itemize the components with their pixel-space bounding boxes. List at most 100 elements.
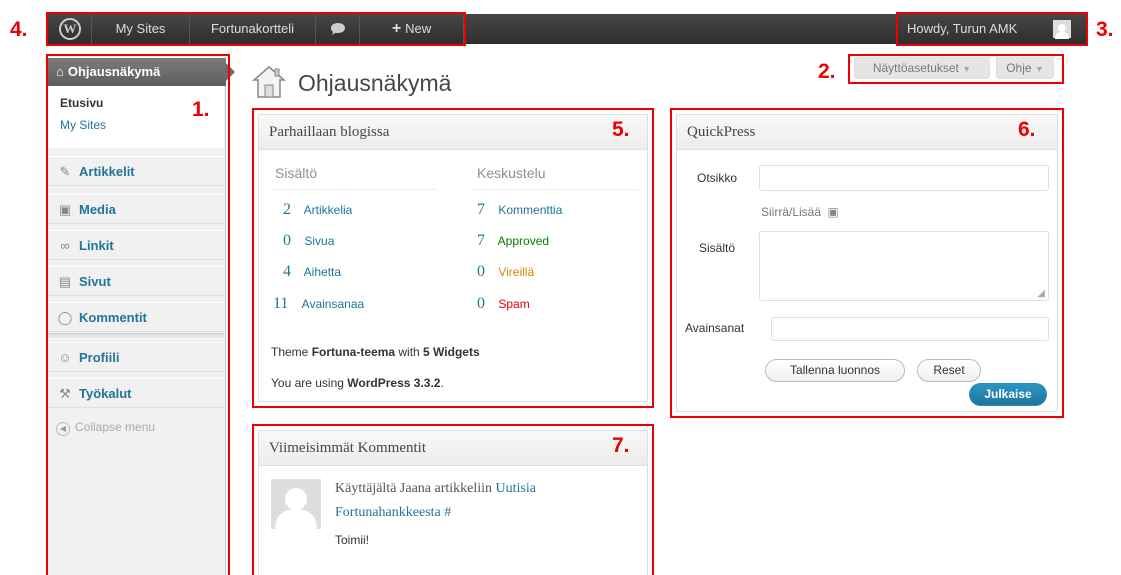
comment-excerpt: Toimii! bbox=[335, 533, 370, 547]
count: 7 bbox=[477, 232, 485, 249]
user-silhouette-icon bbox=[1055, 24, 1069, 39]
comment-icon: ◯ bbox=[57, 310, 73, 325]
count: 0 bbox=[477, 295, 485, 312]
comment-meta: Käyttäjältä Jaana artikkeliin Uutisia Fo… bbox=[335, 477, 635, 525]
menu-dashboard-label: Ohjausnäkymä bbox=[67, 64, 161, 79]
theme-info: Theme Fortuna-teema with 5 Widgets bbox=[271, 345, 480, 359]
dropdown-arrow-icon: ▼ bbox=[1034, 64, 1044, 74]
tags-input[interactable] bbox=[771, 317, 1049, 341]
page-title: Ohjausnäkymä bbox=[298, 70, 452, 96]
help-button[interactable]: Ohje ▼ bbox=[996, 57, 1054, 79]
right-now-title[interactable]: Parhaillaan blogissa bbox=[259, 115, 647, 150]
count: 2 bbox=[283, 201, 291, 218]
my-account-link[interactable]: Howdy, Turun AMK bbox=[896, 14, 1088, 44]
quickpress-title[interactable]: QuickPress bbox=[677, 115, 1057, 150]
count: 11 bbox=[273, 295, 289, 312]
discussion-row[interactable]: 0 Spam bbox=[477, 295, 530, 313]
count-label: Kommenttia bbox=[498, 203, 563, 217]
recent-comments-title[interactable]: Viimeisimmät Kommentit bbox=[259, 431, 647, 466]
content-row[interactable]: 11 Avainsanaa bbox=[273, 295, 364, 313]
annotation-number: 1. bbox=[192, 98, 210, 121]
pin-icon: ✎ bbox=[59, 164, 71, 179]
right-now-widget: Parhaillaan blogissa Sisältö Keskustelu … bbox=[258, 114, 648, 402]
wp-version: WordPress 3.3.2 bbox=[347, 376, 441, 390]
user-silhouette-icon bbox=[275, 488, 317, 529]
count-label: Artikkelia bbox=[303, 203, 353, 217]
recent-comments-widget: Viimeisimmät Kommentit Käyttäjältä Jaana… bbox=[258, 430, 648, 575]
discussion-row[interactable]: 0 Vireillä bbox=[477, 263, 534, 281]
annotation-number: 4. bbox=[10, 18, 28, 41]
comments-link[interactable] bbox=[316, 14, 360, 44]
screen-options-label: Näyttöasetukset bbox=[872, 61, 959, 75]
add-media-icon: ▣ bbox=[827, 205, 839, 219]
menu-item-label: Media bbox=[79, 202, 116, 217]
upload-insert[interactable]: Siirrä/Lisää ▣ bbox=[761, 205, 839, 219]
content-label: Sisältö bbox=[699, 241, 736, 255]
screen-options-button[interactable]: Näyttöasetukset ▼ bbox=[854, 57, 990, 79]
wp-menu[interactable]: W bbox=[48, 14, 92, 44]
collapse-menu-button[interactable]: ◀ Collapse menu bbox=[56, 420, 155, 436]
my-sites-link[interactable]: My Sites bbox=[92, 14, 190, 44]
submenu-item-my-sites[interactable]: My Sites bbox=[60, 118, 106, 132]
annotation-number: 2. bbox=[818, 60, 836, 83]
menu-item-media[interactable]: ▣ Media bbox=[48, 194, 224, 224]
count: 0 bbox=[477, 263, 485, 280]
new-label: New bbox=[405, 21, 432, 36]
divider bbox=[473, 189, 638, 190]
menu-item-artikkelit[interactable]: ✎ Artikkelit bbox=[48, 156, 224, 186]
dashboard-house-icon bbox=[252, 66, 286, 98]
howdy-text: Howdy, Turun AMK bbox=[907, 21, 1018, 36]
version-suffix: . bbox=[440, 376, 444, 390]
divider bbox=[271, 189, 436, 190]
menu-separator bbox=[48, 333, 224, 339]
save-draft-button[interactable]: Tallenna luonnos bbox=[765, 359, 905, 382]
content-row[interactable]: 0 Sivua bbox=[283, 232, 334, 250]
menu-item-label: Profiili bbox=[79, 350, 120, 365]
menu-item-label: Kommentit bbox=[79, 310, 147, 325]
users-icon: ☺ bbox=[58, 350, 72, 365]
title-input[interactable] bbox=[759, 165, 1049, 191]
content-row[interactable]: 2 Artikkelia bbox=[283, 201, 352, 219]
menu-dashboard[interactable]: ⌂ Ohjausnäkymä bbox=[48, 58, 235, 86]
menu-item-label: Artikkelit bbox=[79, 164, 135, 179]
submenu-item-etusivu[interactable]: Etusivu bbox=[60, 96, 103, 110]
menu-item-profiili[interactable]: ☺ Profiili bbox=[48, 342, 224, 372]
collapse-menu-label: Collapse menu bbox=[75, 420, 156, 434]
new-content-link[interactable]: + New bbox=[360, 14, 464, 44]
content-column-heading: Sisältö bbox=[275, 165, 318, 181]
menu-item-tyokalut[interactable]: ⚒ Työkalut bbox=[48, 378, 224, 408]
count: 4 bbox=[283, 263, 291, 280]
theme-with: with bbox=[395, 345, 424, 359]
discussion-row[interactable]: 7 Approved bbox=[477, 232, 549, 250]
annotation-number: 5. bbox=[612, 118, 630, 141]
content-row[interactable]: 4 Aihetta bbox=[283, 263, 341, 281]
menu-item-sivut[interactable]: ▤ Sivut bbox=[48, 266, 224, 296]
help-label: Ohje bbox=[1006, 61, 1032, 75]
menu-item-label: Työkalut bbox=[79, 386, 132, 401]
discussion-column-heading: Keskustelu bbox=[477, 165, 546, 181]
resize-handle-icon: ◢ bbox=[1037, 288, 1045, 299]
site-name-link[interactable]: Fortunakortteli bbox=[190, 14, 316, 44]
discussion-row[interactable]: 7 Kommenttia bbox=[477, 201, 562, 219]
link-icon: ∞ bbox=[60, 238, 70, 253]
menu-item-kommentit[interactable]: ◯ Kommentit bbox=[48, 302, 224, 332]
annotation-number: 3. bbox=[1096, 18, 1114, 41]
menu-item-linkit[interactable]: ∞ Linkit bbox=[48, 230, 224, 260]
theme-name-link[interactable]: Fortuna-teema bbox=[312, 345, 395, 359]
pages-icon: ▤ bbox=[58, 274, 72, 289]
commenter-avatar bbox=[271, 479, 321, 529]
title-label: Otsikko bbox=[697, 171, 738, 185]
comment-permalink[interactable]: # bbox=[444, 505, 451, 520]
reset-button[interactable]: Reset bbox=[917, 359, 981, 382]
avatar bbox=[1053, 20, 1071, 39]
media-icon: ▣ bbox=[58, 202, 72, 217]
count: 7 bbox=[477, 201, 485, 218]
widgets-link[interactable]: 5 Widgets bbox=[423, 345, 480, 359]
publish-button[interactable]: Julkaise bbox=[969, 383, 1047, 406]
count-label: Sivua bbox=[304, 234, 335, 248]
content-textarea[interactable]: ◢ bbox=[759, 231, 1049, 301]
tools-icon: ⚒ bbox=[59, 386, 71, 401]
menu-item-label: Linkit bbox=[79, 238, 114, 253]
count-label: Aihetta bbox=[303, 265, 342, 279]
quickpress-widget: QuickPress Otsikko Siirrä/Lisää ▣ Sisält… bbox=[676, 114, 1058, 412]
